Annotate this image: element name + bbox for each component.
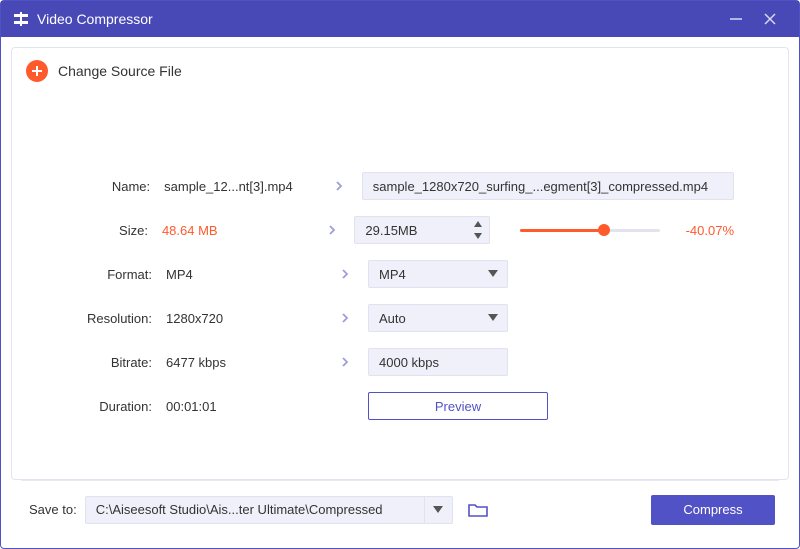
row-duration: Duration: 00:01:01 Preview [66, 384, 734, 428]
window: Video Compressor Change Source File Name… [0, 0, 800, 549]
row-size: Size: 48.64 MB 29.15MB [66, 208, 734, 252]
name-source: sample_12...nt[3].mp4 [164, 179, 317, 194]
form: Name: sample_12...nt[3].mp4 sample_1280x… [12, 94, 788, 428]
stepper-up-icon[interactable] [469, 218, 487, 230]
open-folder-button[interactable] [465, 497, 491, 523]
label-name: Name: [66, 179, 164, 194]
footer: Save to: C:\Aiseesoft Studio\Ais...ter U… [21, 480, 779, 538]
app-logo-icon [13, 11, 29, 27]
resolution-select[interactable]: Auto [368, 304, 508, 332]
add-icon [26, 60, 48, 82]
minimize-button[interactable] [719, 1, 753, 37]
chevron-right-icon [322, 356, 368, 368]
size-percent: -40.07% [686, 223, 734, 238]
window-title: Video Compressor [37, 11, 153, 27]
save-to-label: Save to: [29, 502, 77, 517]
label-duration: Duration: [66, 399, 166, 414]
chevron-right-icon [322, 312, 368, 324]
main-panel: Change Source File Name: sample_12...nt[… [11, 47, 789, 480]
chevron-right-icon [317, 180, 362, 192]
slider-thumb[interactable] [598, 224, 610, 236]
size-output-stepper[interactable]: 29.15MB [354, 216, 489, 244]
label-format: Format: [66, 267, 166, 282]
caret-down-icon [485, 261, 501, 287]
name-output-input[interactable]: sample_1280x720_surfing_...egment[3]_com… [362, 172, 734, 200]
chevron-right-icon [311, 224, 355, 236]
bitrate-output: 4000 kbps [368, 348, 508, 376]
caret-down-icon [485, 305, 501, 331]
row-format: Format: MP4 MP4 [66, 252, 734, 296]
stepper-down-icon[interactable] [469, 230, 487, 242]
label-resolution: Resolution: [66, 311, 166, 326]
change-source-row[interactable]: Change Source File [12, 48, 788, 94]
close-button[interactable] [753, 1, 787, 37]
row-name: Name: sample_12...nt[3].mp4 sample_1280x… [66, 164, 734, 208]
format-source: MP4 [166, 267, 322, 282]
row-bitrate: Bitrate: 6477 kbps 4000 kbps [66, 340, 734, 384]
label-bitrate: Bitrate: [66, 355, 166, 370]
compress-button[interactable]: Compress [651, 495, 775, 525]
format-select[interactable]: MP4 [368, 260, 508, 288]
size-slider[interactable] [520, 220, 660, 240]
chevron-right-icon [322, 268, 368, 280]
titlebar[interactable]: Video Compressor [1, 1, 799, 37]
change-source-label: Change Source File [58, 63, 182, 79]
label-size: Size: [66, 223, 162, 238]
bitrate-source: 6477 kbps [166, 355, 322, 370]
save-path-dropdown[interactable] [425, 496, 453, 524]
resolution-source: 1280x720 [166, 311, 322, 326]
duration-value: 00:01:01 [166, 399, 322, 414]
row-resolution: Resolution: 1280x720 Auto [66, 296, 734, 340]
size-source: 48.64 MB [162, 223, 311, 238]
save-path-field[interactable]: C:\Aiseesoft Studio\Ais...ter Ultimate\C… [85, 496, 425, 524]
preview-button[interactable]: Preview [368, 392, 548, 420]
